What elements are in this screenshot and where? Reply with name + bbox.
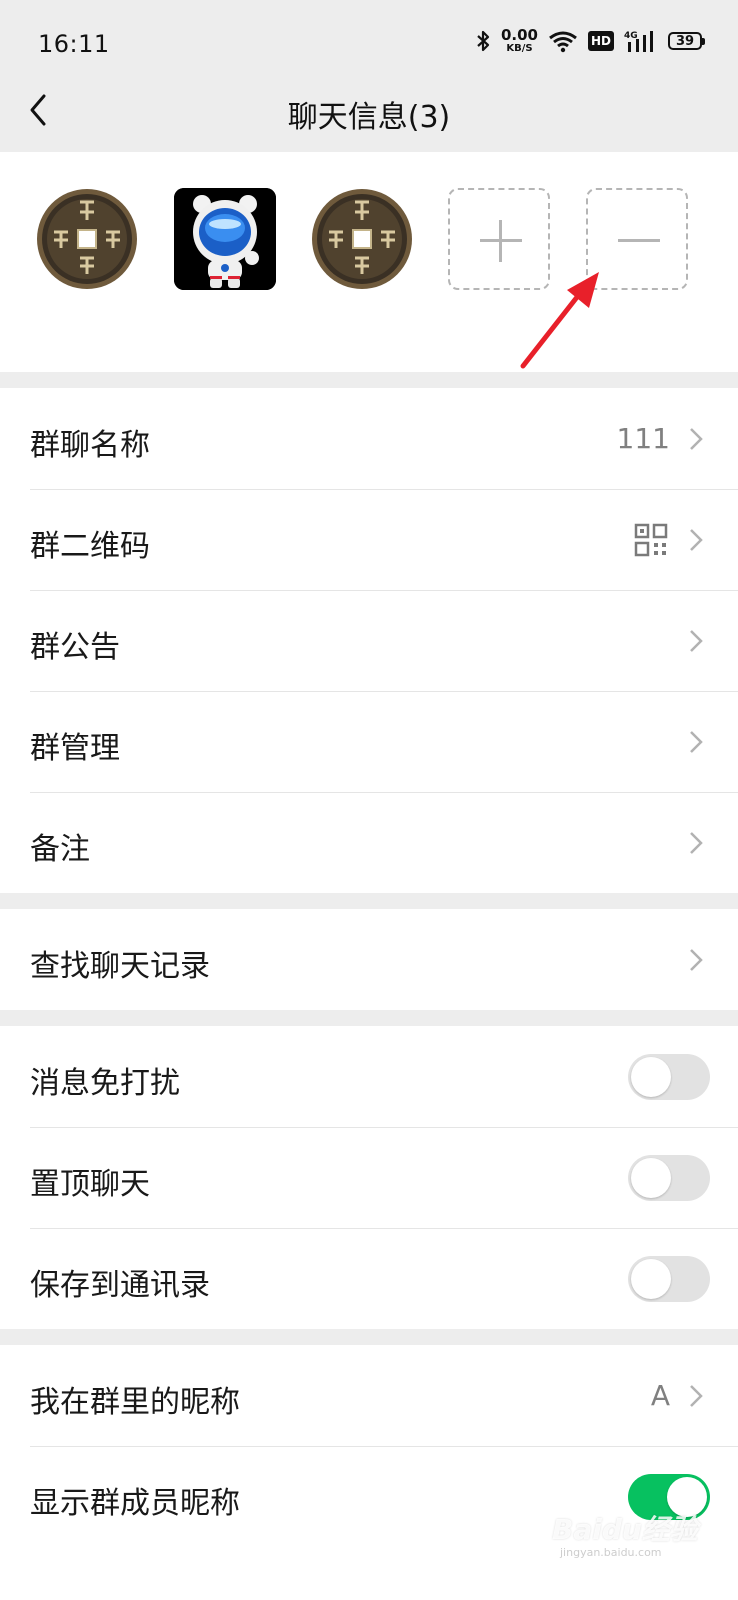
row-label: 群聊名称 [30,428,150,463]
row-label: 群公告 [30,630,120,665]
row-label: 群二维码 [30,529,150,564]
wifi-icon [549,31,577,53]
annotation-arrow [520,272,599,369]
group-management-row[interactable]: 群管理 [0,691,738,792]
nav-bar: 聊天信息(3) [0,88,738,152]
mute-notifications-toggle[interactable] [628,1054,710,1100]
sticky-chat-row: 置顶聊天 [0,1127,738,1228]
sticky-chat-toggle[interactable] [628,1155,710,1201]
chevron-right-icon [690,529,703,551]
page-title: 聊天信息(3) [287,100,451,135]
remove-member-icon [618,239,660,242]
hd-icon: HD [587,31,614,51]
battery-icon: 39 [668,32,705,50]
row-value: A [650,1379,670,1412]
my-nickname-row[interactable]: 我在群里的昵称 A [0,1345,738,1446]
watermark-logo: Baidu经验 [552,1513,698,1546]
net-speed-unit: KB/S [506,43,533,54]
chevron-right-icon [690,630,703,652]
qr-code-icon [634,523,668,557]
save-to-contacts-row: 保存到通讯录 [0,1228,738,1329]
chevron-right-icon [690,832,703,854]
settings-group-2: 查找聊天记录 [0,909,738,1010]
row-label: 备注 [30,832,90,867]
row-label: 保存到通讯录 [30,1268,210,1303]
settings-group-4: 我在群里的昵称 A 显示群成员昵称 [0,1345,738,1600]
status-time: 16:11 [38,30,110,58]
astronaut-avatar[interactable] [174,188,276,290]
bluetooth-icon [477,30,490,52]
group-announcement-row[interactable]: 群公告 [0,590,738,691]
row-value: 111 [616,422,670,455]
net-speed: 0.00 KB/S [501,28,538,54]
network-type-label: 4G [624,31,638,41]
chevron-right-icon [690,731,703,753]
signal-icon: 4G [624,31,653,52]
chevron-right-icon [690,1385,703,1407]
row-label: 群管理 [30,731,120,766]
chevron-right-icon [690,428,703,450]
chevron-right-icon [690,949,703,971]
search-history-row[interactable]: 查找聊天记录 [0,909,738,1010]
status-icons: 0.00 KB/S HD 4G 39 [475,28,705,54]
coin-avatar[interactable] [36,188,138,290]
settings-group-1: 群聊名称 111 群二维码 群公告 群管理 备注 [0,388,738,893]
status-bar: 16:11 0.00 KB/S HD 4G 39 [0,0,738,88]
battery-level: 39 [675,33,695,49]
row-label: 查找聊天记录 [30,949,210,984]
settings-group-3: 消息免打扰 置顶聊天 保存到通讯录 [0,1026,738,1329]
group-qrcode-row[interactable]: 群二维码 [0,489,738,590]
group-name-row[interactable]: 群聊名称 111 [0,388,738,489]
save-to-contacts-toggle[interactable] [628,1256,710,1302]
coin-avatar[interactable] [311,188,413,290]
member-grid [0,152,738,372]
net-speed-value: 0.00 [500,26,538,44]
remark-row[interactable]: 备注 [0,792,738,893]
mute-notifications-row: 消息免打扰 [0,1026,738,1127]
watermark-url: jingyan.baidu.com [560,1546,662,1559]
row-label: 置顶聊天 [30,1167,150,1202]
row-label: 我在群里的昵称 [30,1385,240,1420]
row-label: 消息免打扰 [30,1066,180,1101]
row-label: 显示群成员昵称 [30,1486,240,1521]
